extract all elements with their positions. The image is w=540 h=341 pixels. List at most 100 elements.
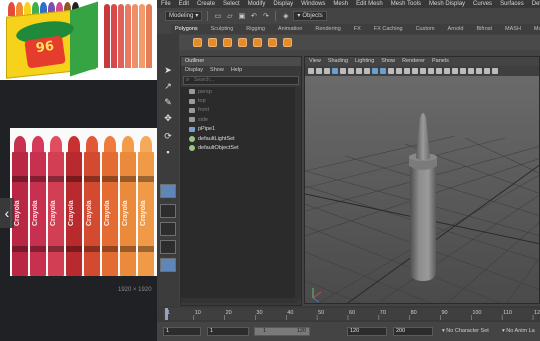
grid-toggle-icon[interactable] (332, 68, 338, 74)
backface-culling-icon[interactable] (460, 68, 466, 74)
menu-mesh-display[interactable]: Mesh Display (429, 0, 465, 8)
shelf-tab-rendering[interactable]: Rendering (315, 26, 340, 32)
menu-select[interactable]: Select (223, 0, 240, 8)
shelf-tab-mash[interactable]: MASH (505, 26, 521, 32)
outliner-item-defaultlightset[interactable]: defaultLightSet (181, 134, 297, 143)
viewport-menu-view[interactable]: View (309, 57, 321, 66)
menu-edit[interactable]: Edit (179, 0, 189, 8)
outliner-item-front[interactable]: front (181, 106, 297, 115)
outliner-item-ppipe1[interactable]: pPipe1 (181, 125, 297, 134)
menu-surfaces[interactable]: Surfaces (500, 0, 524, 8)
color-management-icon[interactable] (492, 68, 498, 74)
menu-modify[interactable]: Modify (248, 0, 266, 8)
scale-tool-icon[interactable]: ▪ (161, 146, 175, 158)
poly-sphere-icon[interactable] (193, 38, 202, 47)
outliner-item-top[interactable]: top (181, 96, 297, 105)
menu-file[interactable]: File (161, 0, 171, 8)
move-tool-icon[interactable]: ✥ (161, 112, 175, 124)
paint-select-icon[interactable]: ✎ (161, 96, 175, 108)
field-chart-icon[interactable] (364, 68, 370, 74)
new-scene-icon[interactable]: ▭ (213, 12, 222, 21)
crayon-box-thumbnail[interactable]: 96 (0, 1, 100, 79)
shelf-tab-arnold[interactable]: Arnold (448, 26, 464, 32)
shelf-tab-custom[interactable]: Custom (416, 26, 435, 32)
smooth-shade-icon[interactable] (380, 68, 386, 74)
shelf-tab-mo[interactable]: Mo (534, 26, 540, 32)
exposure-icon[interactable] (476, 68, 482, 74)
viewport-menu-shading[interactable]: Shading (328, 57, 348, 66)
outliner-search-input[interactable]: ⌕ Search... (183, 76, 299, 85)
outliner-menu-show[interactable]: Show (210, 66, 224, 75)
shelf-tab-fx-caching[interactable]: FX Caching (374, 26, 403, 32)
selection-mode-dropdown[interactable]: ▾ Objects (293, 11, 327, 21)
open-scene-icon[interactable]: ▱ (225, 12, 234, 21)
select-hierarchy-icon[interactable]: ◈ (281, 12, 290, 21)
anim-layer-dropdown[interactable]: ▾ No Anim La (502, 327, 535, 336)
menu-mesh[interactable]: Mesh (333, 0, 348, 8)
outliner-item-defaultobjectset[interactable]: defaultObjectSet (181, 143, 297, 152)
shelf-tab-bifrost[interactable]: Bifrost (476, 26, 492, 32)
animation-end-field[interactable]: 200 (393, 327, 433, 336)
menu-set-dropdown[interactable]: Modeling ▾ (165, 11, 203, 21)
xray-joints-icon[interactable] (452, 68, 458, 74)
outliner-vertical-scrollbar[interactable] (295, 87, 301, 299)
shadows-icon[interactable] (404, 68, 410, 74)
perspective-viewport[interactable]: View Shading Lighting Show Renderer Panels (304, 56, 540, 304)
camera-attributes-icon[interactable] (308, 68, 314, 74)
side-by-side-layout-button[interactable] (160, 222, 176, 236)
isolate-select-icon[interactable] (436, 68, 442, 74)
playback-end-field[interactable]: 120 (347, 327, 387, 336)
shelf-tab-animation[interactable]: Animation (278, 26, 302, 32)
ambient-occlusion-icon[interactable] (412, 68, 418, 74)
shelf-tab-fx[interactable]: FX (354, 26, 361, 32)
playback-start-field[interactable]: 1 (207, 327, 249, 336)
outliner-menu-help[interactable]: Help (231, 66, 242, 75)
poly-cone-icon[interactable] (268, 38, 277, 47)
crayons-preview-image[interactable]: Crayola Crayola Crayola Crayola Crayola … (10, 128, 157, 276)
crayon-row-thumbnail[interactable] (104, 4, 152, 68)
viewport-menu-panels[interactable]: Panels (432, 57, 449, 66)
select-tool-icon[interactable]: ➤ (161, 64, 175, 76)
outliner-item-side[interactable]: side (181, 115, 297, 124)
xray-icon[interactable] (444, 68, 450, 74)
rotate-tool-icon[interactable]: ⟳ (161, 130, 175, 142)
poly-cylinder-icon[interactable] (223, 38, 232, 47)
menu-display[interactable]: Display (273, 0, 293, 8)
persp-outliner-layout-button[interactable] (160, 240, 176, 254)
character-set-dropdown[interactable]: ▾ No Character Set (442, 327, 489, 336)
shelf-tab-rigging[interactable]: Rigging (246, 26, 265, 32)
outliner-layout-button[interactable] (160, 258, 176, 272)
lights-icon[interactable] (396, 68, 402, 74)
viewport-menu-lighting[interactable]: Lighting (355, 57, 374, 66)
playback-range-bar[interactable]: 1 120 (254, 327, 310, 336)
menu-windows[interactable]: Windows (301, 0, 325, 8)
redo-icon[interactable]: ↷ (261, 12, 270, 21)
poly-plane-icon[interactable] (238, 38, 247, 47)
viewport-menu-renderer[interactable]: Renderer (402, 57, 425, 66)
shelf-tab-sculpting[interactable]: Sculpting (211, 26, 234, 32)
save-scene-icon[interactable]: ▣ (237, 12, 246, 21)
poly-disc-icon[interactable] (283, 38, 292, 47)
animation-start-field[interactable]: 1 (163, 327, 201, 336)
textured-icon[interactable] (388, 68, 394, 74)
anti-aliasing-icon[interactable] (428, 68, 434, 74)
gamma-icon[interactable] (484, 68, 490, 74)
single-pane-layout-button[interactable] (160, 184, 176, 198)
undo-icon[interactable]: ↶ (249, 12, 258, 21)
image-plane-icon[interactable] (324, 68, 330, 74)
time-slider[interactable]: 1102030405060708090100110120 (157, 306, 540, 322)
lasso-tool-icon[interactable]: ↗ (161, 80, 175, 92)
four-pane-layout-button[interactable] (160, 204, 176, 218)
viewport-menu-show[interactable]: Show (381, 57, 395, 66)
poly-cube-icon[interactable] (208, 38, 217, 47)
menu-create[interactable]: Create (197, 0, 215, 8)
outliner-item-persp[interactable]: persp (181, 87, 297, 96)
outliner-menu-display[interactable]: Display (185, 66, 203, 75)
outliner-horizontal-scrollbar[interactable] (181, 298, 297, 303)
previous-image-button[interactable]: ‹ (0, 198, 14, 228)
menu-mesh-tools[interactable]: Mesh Tools (391, 0, 421, 8)
menu-edit-mesh[interactable]: Edit Mesh (356, 0, 383, 8)
shelf-tab-polygons[interactable]: Polygons (175, 26, 198, 32)
poly-torus-icon[interactable] (253, 38, 262, 47)
menu-deform[interactable]: Deform (532, 0, 540, 8)
